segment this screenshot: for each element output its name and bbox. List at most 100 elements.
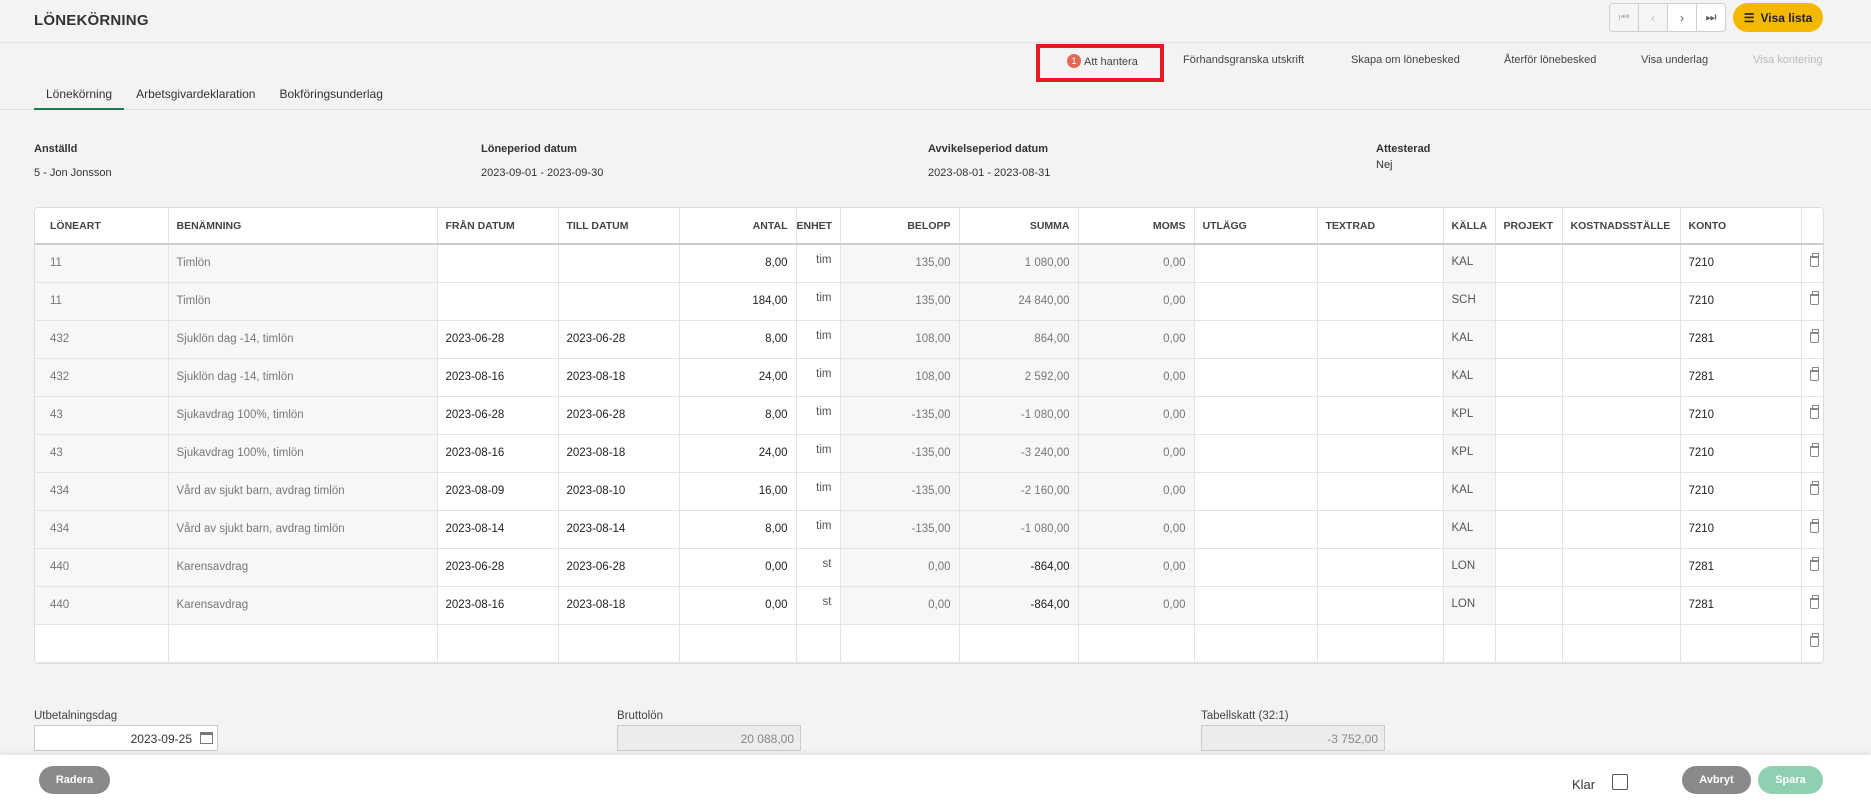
cell-moms[interactable]: 0,00 — [1078, 320, 1195, 359]
trash-icon[interactable] — [1809, 367, 1819, 381]
cell-utlagg[interactable] — [1194, 282, 1318, 321]
cell-summa[interactable]: -864,00 — [959, 548, 1079, 587]
trash-icon[interactable] — [1809, 557, 1819, 571]
cell-utlagg[interactable] — [1194, 434, 1318, 473]
cell-kalla[interactable]: LON — [1443, 548, 1496, 587]
cell-loneart[interactable]: 11 — [35, 244, 169, 283]
col-header-enhet[interactable]: ENHET — [796, 208, 841, 245]
cell-kalla[interactable]: KAL — [1443, 244, 1496, 283]
cell-textrad[interactable] — [1317, 358, 1444, 397]
table-row[interactable] — [35, 624, 1823, 663]
cell-benamning[interactable]: Sjuklön dag -14, timlön — [168, 358, 438, 397]
cell-konto[interactable] — [1680, 624, 1802, 663]
cell-enhet[interactable]: tim — [796, 396, 841, 435]
cell-fran-datum[interactable]: 2023-08-14 — [437, 510, 559, 549]
col-header-belopp[interactable]: BELOPP — [840, 208, 960, 245]
col-header-fran-datum[interactable]: FRÅN DATUM — [437, 208, 559, 245]
cell-textrad[interactable] — [1317, 586, 1444, 625]
calendar-icon[interactable] — [200, 732, 213, 744]
cell-loneart[interactable]: 432 — [35, 358, 169, 397]
tab-bokforingsunderlag[interactable]: Bokföringsunderlag — [267, 80, 394, 110]
cell-utlagg[interactable] — [1194, 320, 1318, 359]
cell-kostnadsstalle[interactable] — [1562, 510, 1681, 549]
cell-kalla[interactable]: KAL — [1443, 510, 1496, 549]
trash-icon[interactable] — [1809, 443, 1819, 457]
cell-benamning[interactable]: Vård av sjukt barn, avdrag timlön — [168, 472, 438, 511]
cell-projekt[interactable] — [1495, 472, 1563, 511]
cell-loneart[interactable]: 432 — [35, 320, 169, 359]
cell-benamning[interactable]: Sjukavdrag 100%, timlön — [168, 434, 438, 473]
cell-fran-datum[interactable]: 2023-06-28 — [437, 548, 559, 587]
cell-textrad[interactable] — [1317, 244, 1444, 283]
cell-summa[interactable]: -3 240,00 — [959, 434, 1079, 473]
cell-moms[interactable]: 0,00 — [1078, 548, 1195, 587]
cell-benamning[interactable]: Karensavdrag — [168, 548, 438, 587]
trash-icon[interactable] — [1809, 595, 1819, 609]
col-header-textrad[interactable]: TEXTRAD — [1317, 208, 1444, 245]
cell-fran-datum[interactable]: 2023-06-28 — [437, 320, 559, 359]
cell-till-datum[interactable]: 2023-08-18 — [558, 586, 680, 625]
forhandsgranska-utskrift-link[interactable]: Förhandsgranska utskrift — [1183, 54, 1304, 66]
cell-konto[interactable]: 7210 — [1680, 510, 1802, 549]
cell-textrad[interactable] — [1317, 510, 1444, 549]
cell-till-datum[interactable]: 2023-08-18 — [558, 358, 680, 397]
last-record-button[interactable]: ⏭ — [1696, 3, 1726, 32]
cell-kostnadsstalle[interactable] — [1562, 244, 1681, 283]
cell-utlagg[interactable] — [1194, 624, 1318, 663]
table-row[interactable]: 11 Timlön 8,00 tim 135,00 1 080,00 0,00 KAL 7210 — [35, 244, 1823, 283]
cell-kalla[interactable]: KPL — [1443, 396, 1496, 435]
cell-projekt[interactable] — [1495, 358, 1563, 397]
cell-antal[interactable]: 24,00 — [679, 358, 797, 397]
cell-summa[interactable]: -1 080,00 — [959, 510, 1079, 549]
cell-enhet[interactable]: tim — [796, 510, 841, 549]
cell-loneart[interactable]: 440 — [35, 548, 169, 587]
col-header-kalla[interactable]: KÄLLA — [1443, 208, 1496, 245]
cell-moms[interactable]: 0,00 — [1078, 472, 1195, 511]
visa-kontering-link[interactable]: Visa kontering — [1753, 54, 1823, 66]
cell-kostnadsstalle[interactable] — [1562, 548, 1681, 587]
cell-enhet[interactable]: tim — [796, 434, 841, 473]
cell-fran-datum[interactable] — [437, 244, 559, 283]
trash-icon[interactable] — [1809, 519, 1819, 533]
cell-fran-datum[interactable]: 2023-06-28 — [437, 396, 559, 435]
cell-textrad[interactable] — [1317, 396, 1444, 435]
cell-projekt[interactable] — [1495, 548, 1563, 587]
cell-belopp[interactable]: 135,00 — [840, 282, 960, 321]
cell-textrad[interactable] — [1317, 548, 1444, 587]
cell-kostnadsstalle[interactable] — [1562, 472, 1681, 511]
cell-konto[interactable]: 7281 — [1680, 586, 1802, 625]
cell-summa[interactable]: 864,00 — [959, 320, 1079, 359]
cell-belopp[interactable]: -135,00 — [840, 472, 960, 511]
cell-projekt[interactable] — [1495, 624, 1563, 663]
cell-konto[interactable]: 7210 — [1680, 472, 1802, 511]
cell-till-datum[interactable]: 2023-06-28 — [558, 548, 680, 587]
trash-icon[interactable] — [1809, 253, 1819, 268]
cell-enhet[interactable] — [796, 624, 841, 663]
cell-kalla[interactable]: LON — [1443, 586, 1496, 625]
cell-summa[interactable]: 24 840,00 — [959, 282, 1079, 321]
cell-fran-datum[interactable]: 2023-08-16 — [437, 434, 559, 473]
cell-benamning[interactable]: Karensavdrag — [168, 586, 438, 625]
cell-till-datum[interactable] — [558, 624, 680, 663]
cell-textrad[interactable] — [1317, 472, 1444, 511]
cell-konto[interactable]: 7210 — [1680, 282, 1802, 321]
cell-belopp[interactable]: 108,00 — [840, 358, 960, 397]
cell-moms[interactable]: 0,00 — [1078, 434, 1195, 473]
cell-fran-datum[interactable]: 2023-08-16 — [437, 358, 559, 397]
cell-fran-datum[interactable]: 2023-08-16 — [437, 586, 559, 625]
avbryt-button[interactable]: Avbryt — [1682, 766, 1751, 794]
cell-antal[interactable]: 0,00 — [679, 586, 797, 625]
cell-utlagg[interactable] — [1194, 472, 1318, 511]
cell-benamning[interactable] — [168, 624, 438, 663]
cell-till-datum[interactable] — [558, 282, 680, 321]
aterfor-lonebesked-link[interactable]: Återför lönebesked — [1504, 54, 1596, 66]
cell-moms[interactable]: 0,00 — [1078, 244, 1195, 283]
cell-till-datum[interactable]: 2023-08-18 — [558, 434, 680, 473]
cell-summa[interactable]: -2 160,00 — [959, 472, 1079, 511]
cell-moms[interactable]: 0,00 — [1078, 510, 1195, 549]
cell-benamning[interactable]: Sjuklön dag -14, timlön — [168, 320, 438, 359]
cell-enhet[interactable]: st — [796, 586, 841, 625]
cell-summa[interactable]: 1 080,00 — [959, 244, 1079, 283]
cell-antal[interactable]: 0,00 — [679, 548, 797, 587]
cell-moms[interactable]: 0,00 — [1078, 586, 1195, 625]
